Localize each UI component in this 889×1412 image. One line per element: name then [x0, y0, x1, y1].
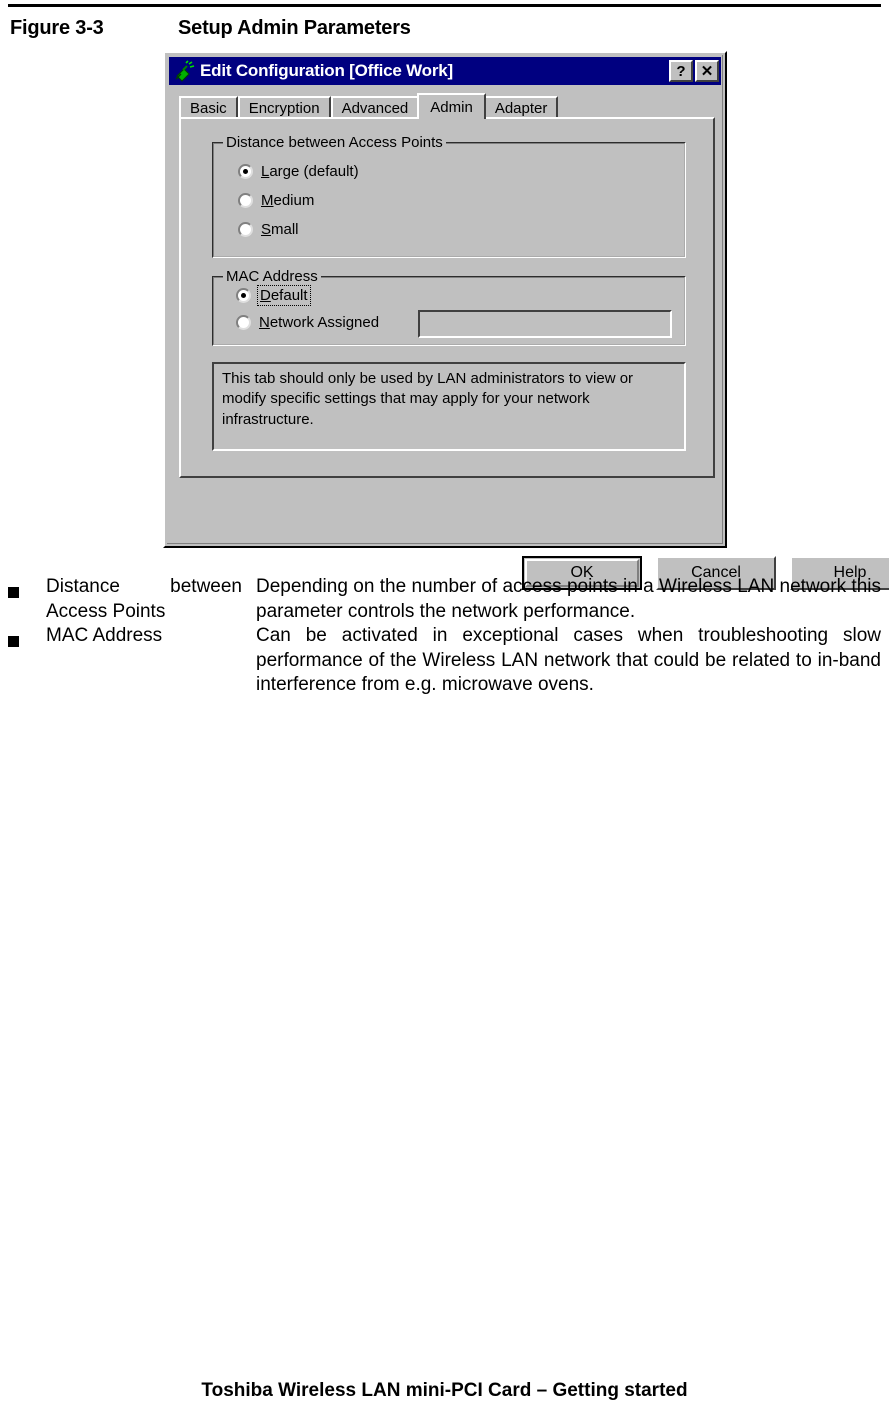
radio-small[interactable]: Small: [238, 221, 299, 238]
admin-tab-page: Distance between Access Points Large (de…: [179, 117, 889, 590]
edit-configuration-dialog: Edit Configuration [Office Work] ? ✕ Bas…: [163, 51, 889, 590]
radio-label-medium: Medium: [261, 192, 314, 209]
radio-indicator-network-assigned[interactable]: [236, 315, 251, 330]
description-term-distance: Distance between Access Points: [46, 575, 256, 624]
help-button[interactable]: ?: [669, 60, 693, 82]
description-term-mac: MAC Address: [46, 624, 256, 649]
parameter-description-list: Distance between Access Points Depending…: [8, 575, 881, 698]
accel-default: D: [260, 287, 271, 304]
wireless-antenna-icon: [173, 60, 195, 82]
radio-label-default-rest: efault: [270, 287, 308, 304]
accel-small: S: [261, 221, 272, 238]
radio-label-small: Small: [261, 221, 299, 238]
accel-medium: M: [261, 192, 274, 209]
radio-network-assigned[interactable]: Network Assigned: [236, 314, 379, 331]
radio-label-default: Default: [257, 285, 311, 306]
radio-label-large-rest: arge (default): [269, 163, 359, 180]
radio-medium[interactable]: Medium: [238, 192, 314, 209]
mac-address-group-title: MAC Address: [223, 268, 321, 285]
radio-label-large: Large (default): [261, 163, 359, 180]
mac-address-group: MAC Address Default Network Assigned: [212, 268, 686, 346]
tab-admin[interactable]: Admin: [417, 93, 486, 119]
close-button[interactable]: ✕: [695, 60, 719, 82]
dialog-titlebar[interactable]: Edit Configuration [Office Work] ? ✕: [169, 57, 721, 85]
tab-encryption[interactable]: Encryption: [237, 96, 331, 119]
description-item-distance: Distance between Access Points Depending…: [8, 575, 881, 624]
distance-between-access-points-group: Distance between Access Points Large (de…: [212, 134, 686, 258]
tab-adapter[interactable]: Adapter: [483, 96, 559, 119]
bullet-square-icon: [8, 624, 46, 655]
dialog-title: Edit Configuration [Office Work]: [200, 61, 453, 80]
mac-address-input[interactable]: [418, 310, 672, 338]
admin-info-text: This tab should only be used by LAN admi…: [212, 362, 686, 451]
radio-label-network-assigned-rest: etwork Assigned: [269, 314, 380, 331]
page-top-rule: [8, 4, 881, 7]
radio-large-default[interactable]: Large (default): [238, 163, 359, 180]
tab-advanced[interactable]: Advanced: [330, 96, 420, 119]
description-text-distance: Depending on the number of access points…: [256, 576, 881, 622]
description-text-mac: Can be activated in exceptional cases wh…: [256, 625, 881, 695]
radio-indicator-small[interactable]: [238, 222, 253, 237]
radio-label-network-assigned: Network Assigned: [259, 314, 379, 331]
radio-indicator-large[interactable]: [238, 164, 253, 179]
distance-group-title: Distance between Access Points: [223, 134, 446, 151]
description-term-distance-line1: Distance between: [46, 576, 242, 597]
figure-caption: Figure 3-3 Setup Admin Parameters: [10, 17, 411, 40]
radio-default[interactable]: Default: [236, 285, 311, 306]
page-footer: Toshiba Wireless LAN mini-PCI Card – Get…: [201, 1380, 688, 1401]
figure-number: Figure 3-3: [10, 17, 104, 39]
accel-network-assigned: N: [259, 314, 270, 331]
description-item-mac: MAC Address Can be activated in exceptio…: [8, 624, 881, 698]
radio-indicator-medium[interactable]: [238, 193, 253, 208]
radio-label-small-rest: mall: [271, 221, 299, 238]
tab-strip: Basic Encryption Advanced Admin Adapter: [179, 93, 715, 119]
tab-basic[interactable]: Basic: [179, 96, 238, 119]
bullet-square-icon: [8, 575, 46, 606]
description-term-distance-line2: Access Points: [46, 600, 166, 622]
figure-title: Setup Admin Parameters: [178, 17, 411, 39]
radio-indicator-default[interactable]: [236, 288, 251, 303]
radio-label-medium-rest: edium: [273, 192, 315, 209]
description-term-mac-line1: MAC Address: [46, 625, 163, 646]
